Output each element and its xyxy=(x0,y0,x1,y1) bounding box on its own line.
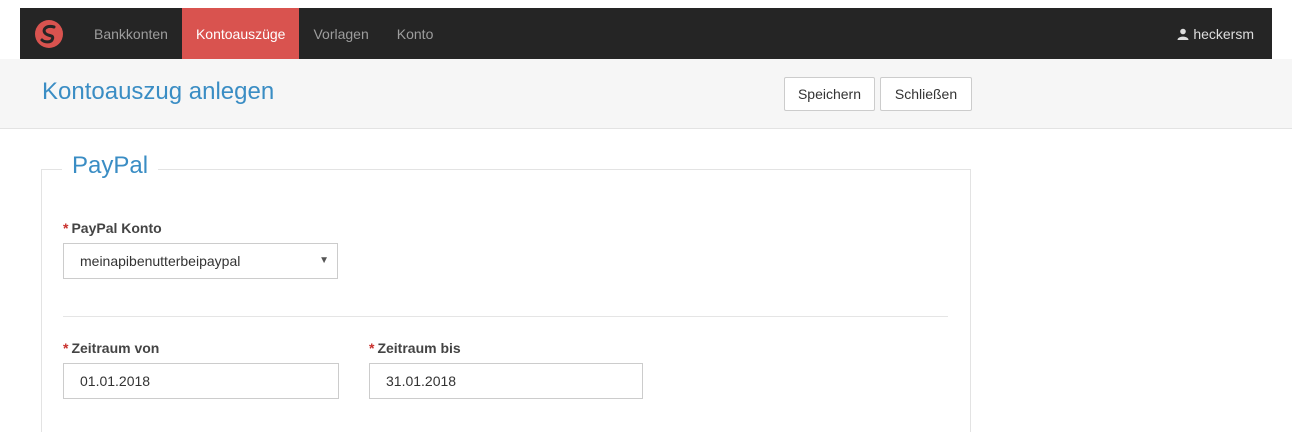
required-marker: * xyxy=(63,340,69,356)
required-marker: * xyxy=(63,220,69,236)
date-to-label: * Zeitraum bis xyxy=(369,340,461,356)
app-logo-icon[interactable] xyxy=(34,19,64,49)
nav-item-vorlagen[interactable]: Vorlagen xyxy=(299,8,382,59)
user-icon xyxy=(1177,28,1189,40)
date-to-value: 31.01.2018 xyxy=(386,373,457,389)
close-button[interactable]: Schließen xyxy=(880,77,972,111)
caret-down-icon: ▼ xyxy=(319,255,329,266)
nav-item-kontoauszuege[interactable]: Kontoauszüge xyxy=(181,8,300,59)
fieldset-legend: PayPal xyxy=(62,152,159,180)
paypal-account-value: meinapibenutterbeipaypal xyxy=(80,253,241,269)
save-button[interactable]: Speichern xyxy=(784,77,875,111)
date-to-label-text: Zeitraum bis xyxy=(377,340,461,356)
paypal-account-label-text: PayPal Konto xyxy=(71,220,162,236)
date-from-value: 01.01.2018 xyxy=(80,373,151,389)
form-divider xyxy=(63,316,948,317)
user-menu[interactable]: heckersm xyxy=(1177,8,1254,59)
paypal-account-label: * PayPal Konto xyxy=(63,220,162,236)
page-title: Kontoauszug anlegen xyxy=(42,78,275,105)
nav-item-bankkonten[interactable]: Bankkonten xyxy=(80,8,182,59)
required-marker: * xyxy=(369,340,375,356)
user-name: heckersm xyxy=(1193,25,1254,42)
date-to-input[interactable]: 31.01.2018 xyxy=(369,363,643,399)
date-from-input[interactable]: 01.01.2018 xyxy=(63,363,339,399)
main-nav: Bankkonten Kontoauszüge Vorlagen Konto xyxy=(80,8,447,59)
nav-item-konto[interactable]: Konto xyxy=(383,8,448,59)
top-navbar: Bankkonten Kontoauszüge Vorlagen Konto h… xyxy=(20,8,1272,59)
date-from-label-text: Zeitraum von xyxy=(71,340,160,356)
date-from-label: * Zeitraum von xyxy=(63,340,159,356)
page-header: Kontoauszug anlegen Speichern Schließen xyxy=(0,59,1292,129)
paypal-account-select[interactable]: meinapibenutterbeipaypal ▼ xyxy=(63,243,338,279)
